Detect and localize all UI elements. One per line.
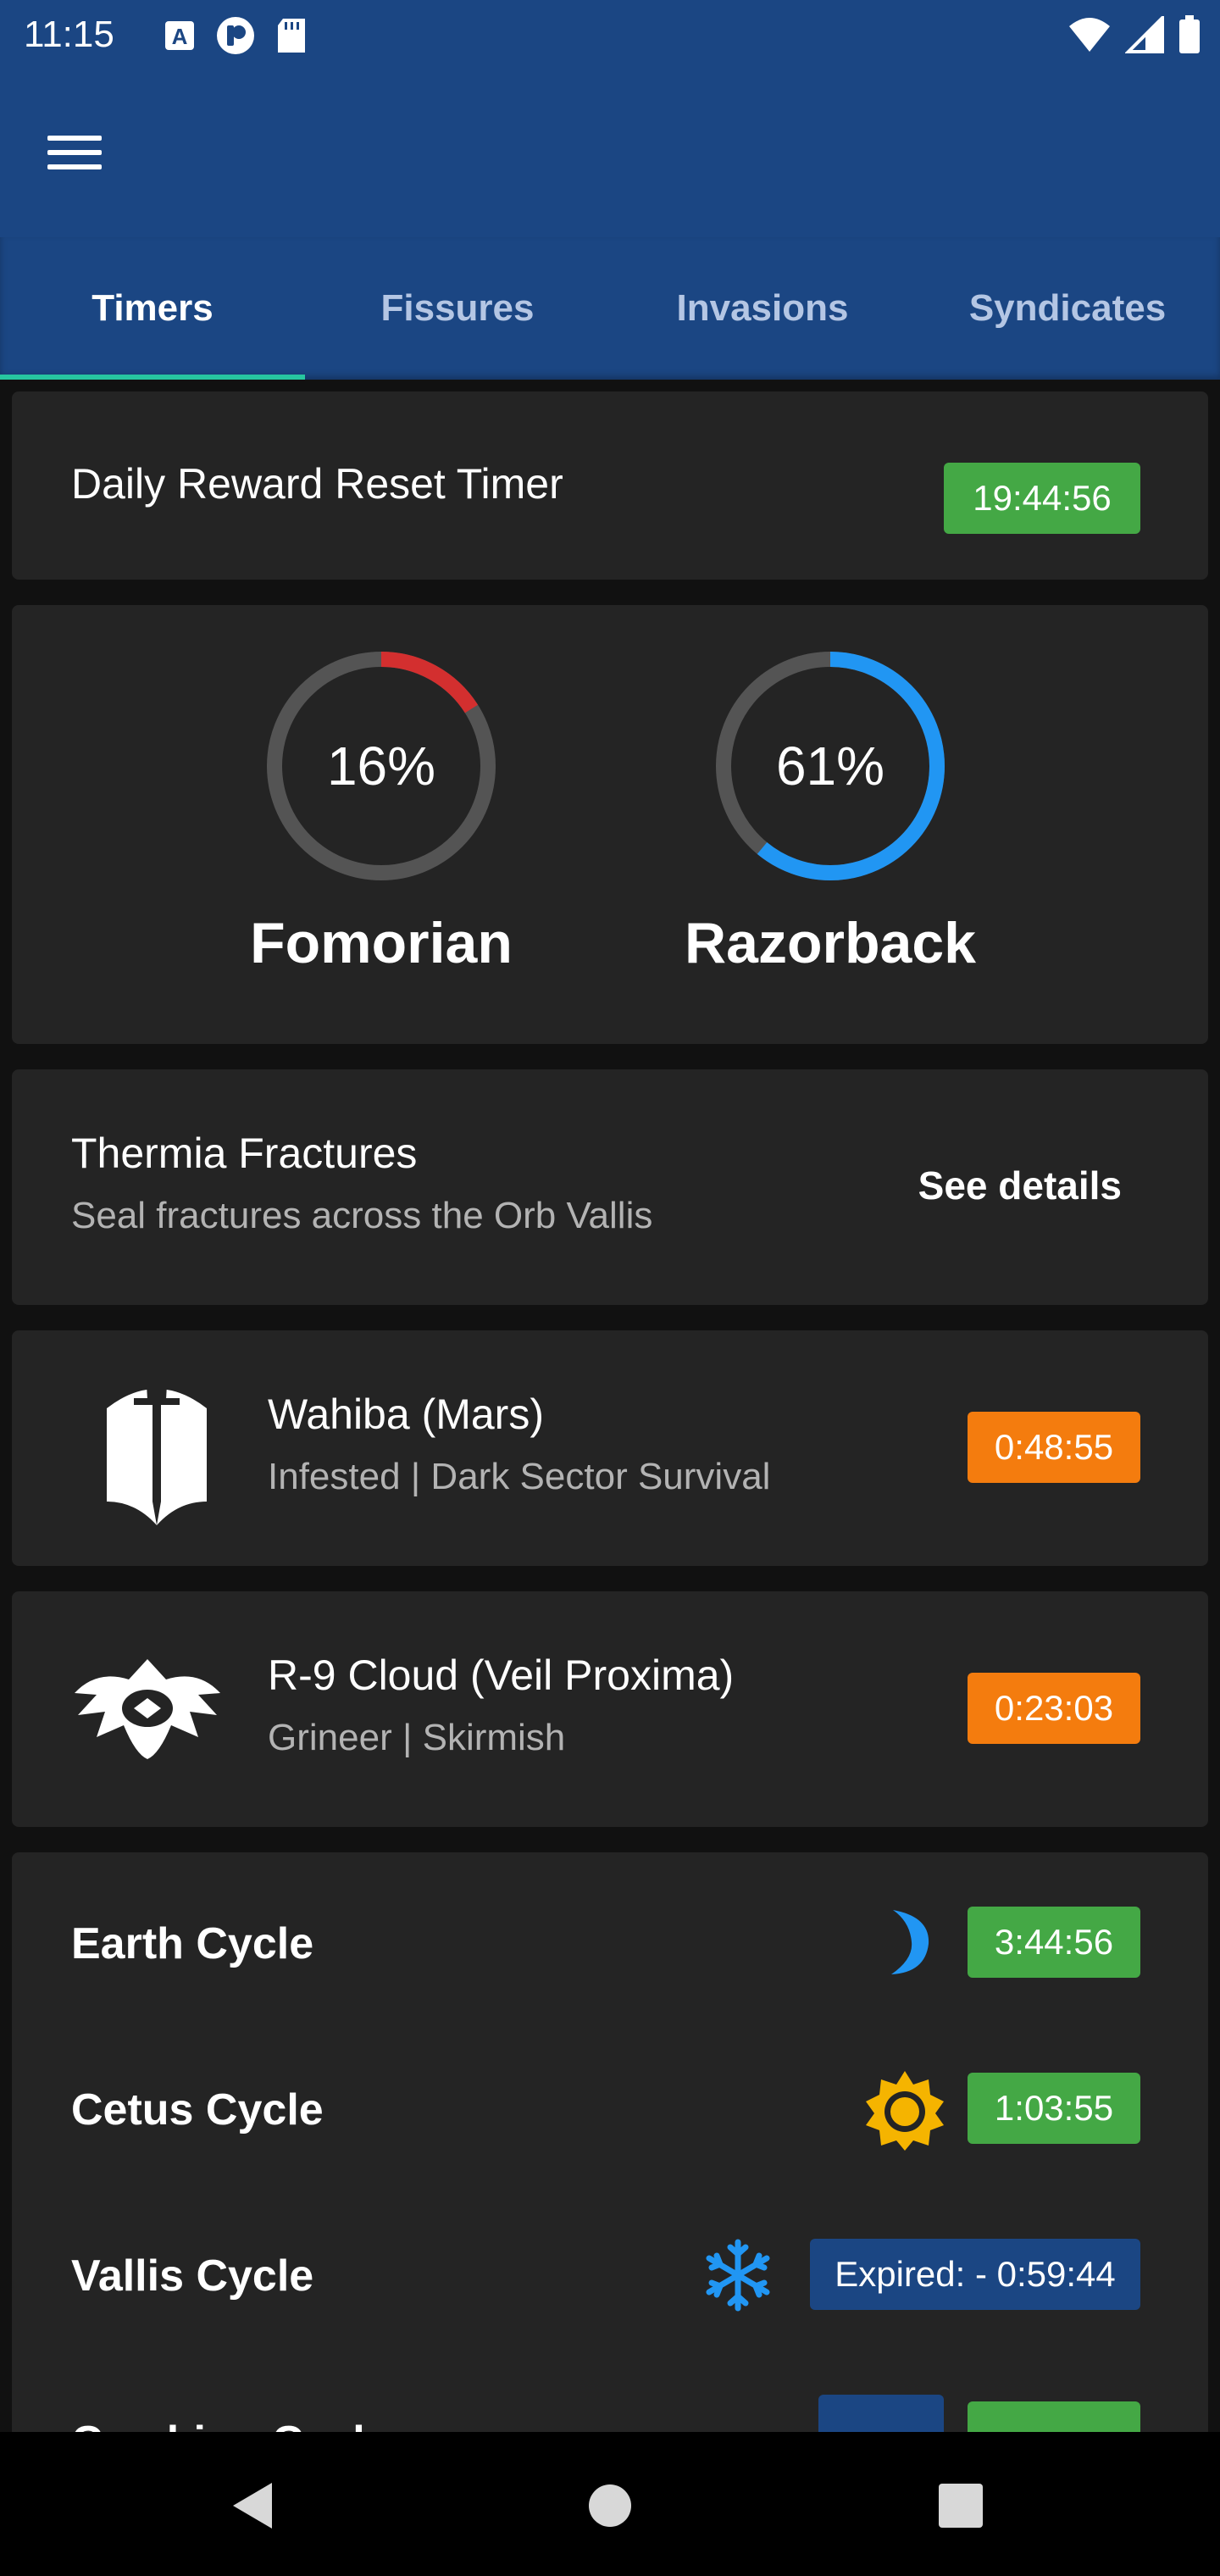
back-icon[interactable] xyxy=(215,2468,291,2544)
app-bar xyxy=(0,75,1220,237)
daily-reset-timer: 19:44:56 xyxy=(944,463,1140,534)
earth-cycle-timer: 3:44:56 xyxy=(968,1907,1140,1978)
event-title: Thermia Fractures xyxy=(71,1130,418,1177)
signal-icon xyxy=(1125,16,1164,53)
cambion-icon xyxy=(818,2395,944,2432)
cambion-cycle-label: Cambion Cycle xyxy=(71,2417,390,2432)
see-details-button[interactable]: See details xyxy=(918,1163,1122,1208)
earth-cycle-label: Earth Cycle xyxy=(71,1919,314,1968)
daily-reset-card: Daily Reward Reset Timer 19:44:56 xyxy=(12,391,1208,580)
mission-timer: 0:48:55 xyxy=(968,1412,1140,1483)
cetus-cycle-label: Cetus Cycle xyxy=(71,2085,324,2135)
status-bar: 11:15 A xyxy=(0,0,1220,75)
tab-syndicates[interactable]: Syndicates xyxy=(915,237,1220,380)
status-time: 11:15 xyxy=(24,14,114,55)
mission-title: Wahiba (Mars) xyxy=(268,1391,544,1438)
svg-text:A: A xyxy=(172,24,188,49)
battery-icon xyxy=(1179,15,1200,53)
cetus-cycle-row: Cetus Cycle 1:03:55 xyxy=(12,2062,1208,2156)
recents-icon[interactable] xyxy=(923,2468,999,2544)
status-icons-right xyxy=(1068,15,1201,54)
mission-subtitle: Grineer | Skirmish xyxy=(268,1717,566,1758)
snowflake-icon xyxy=(706,2239,770,2312)
sun-icon xyxy=(866,2071,944,2151)
sd-card-icon xyxy=(278,19,305,53)
vallis-cycle-label: Vallis Cycle xyxy=(71,2251,314,2301)
home-icon[interactable] xyxy=(572,2468,648,2544)
razorback-percent: 61% xyxy=(775,736,885,797)
mission-card[interactable]: Wahiba (Mars) Infested | Dark Sector Sur… xyxy=(12,1330,1208,1566)
vallis-cycle-timer: Expired: - 0:59:44 xyxy=(810,2239,1140,2310)
status-icons-left: A xyxy=(163,15,308,56)
cambion-cycle-timer xyxy=(968,2401,1140,2432)
infested-sword-shield-icon xyxy=(107,1385,207,1525)
tab-bar: Timers Fissures Invasions Syndicates xyxy=(0,237,1220,380)
mission-title: R-9 Cloud (Veil Proxima) xyxy=(268,1652,735,1699)
system-nav-bar xyxy=(0,2432,1220,2576)
timers-content[interactable]: Daily Reward Reset Timer 19:44:56 16% Fo… xyxy=(0,380,1220,2432)
event-card[interactable]: Thermia Fractures Seal fractures across … xyxy=(12,1069,1208,1305)
cambion-cycle-row: Cambion Cycle xyxy=(12,2395,1208,2432)
wifi-icon xyxy=(1069,18,1110,52)
tab-invasions[interactable]: Invasions xyxy=(610,237,915,380)
cetus-cycle-timer: 1:03:55 xyxy=(968,2073,1140,2144)
pocket-casts-icon xyxy=(217,17,254,54)
mission-card[interactable]: R-9 Cloud (Veil Proxima) Grineer | Skirm… xyxy=(12,1591,1208,1827)
daily-reset-title: Daily Reward Reset Timer xyxy=(71,460,563,508)
razorback-label: Razorback xyxy=(685,911,976,975)
a-notification-icon: A xyxy=(165,21,194,50)
hamburger-menu-icon[interactable] xyxy=(47,125,115,180)
grineer-emblem-icon xyxy=(75,1659,220,1759)
razorback-gauge: 61% xyxy=(712,647,949,885)
construction-progress-card: 16% Fomorian 61% Razorback xyxy=(12,605,1208,1044)
world-cycles-card: Earth Cycle 3:44:56 Cetus Cycle 1:03:55 … xyxy=(12,1852,1208,2432)
mission-subtitle: Infested | Dark Sector Survival xyxy=(268,1456,771,1497)
mission-timer: 0:23:03 xyxy=(968,1673,1140,1744)
moon-icon xyxy=(891,1910,929,1974)
fomorian-gauge: 16% xyxy=(263,647,500,885)
fomorian-label: Fomorian xyxy=(250,911,513,975)
tab-timers[interactable]: Timers xyxy=(0,237,305,380)
tab-fissures[interactable]: Fissures xyxy=(305,237,610,380)
event-subtitle: Seal fractures across the Orb Vallis xyxy=(71,1195,653,1236)
earth-cycle-row: Earth Cycle 3:44:56 xyxy=(12,1896,1208,1990)
fomorian-percent: 16% xyxy=(326,736,436,797)
vallis-cycle-row: Vallis Cycle Expired: - 0:59:44 xyxy=(12,2229,1208,2322)
